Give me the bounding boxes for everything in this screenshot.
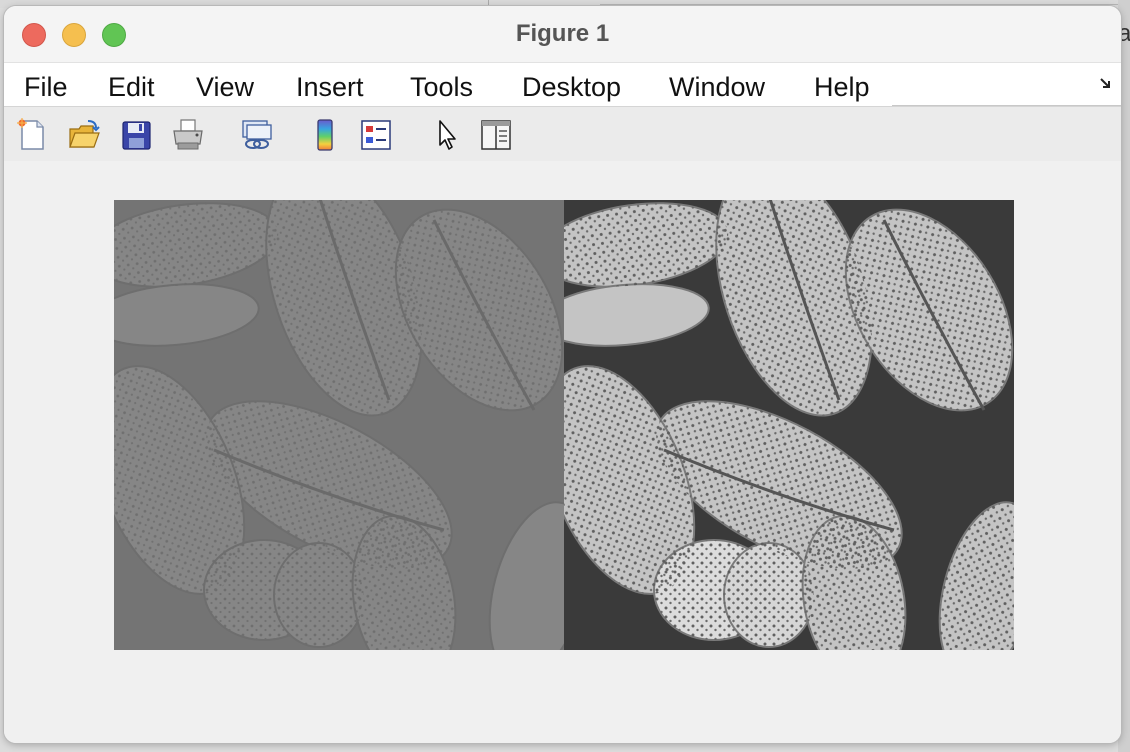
open-file-icon[interactable] [66, 117, 102, 153]
menu-tools[interactable]: Tools [410, 72, 473, 103]
print-icon[interactable] [170, 117, 206, 153]
property-inspector-icon[interactable] [478, 117, 514, 153]
edit-plot-icon[interactable] [428, 117, 464, 153]
background-divider [600, 4, 1130, 5]
insert-legend-icon[interactable] [358, 117, 394, 153]
menu-edit[interactable]: Edit [108, 72, 155, 103]
window-title: Figure 1 [515, 20, 610, 47]
menu-file[interactable]: File [24, 72, 68, 103]
figure-window: Figure 1 File Edit View Insert Tools Des… [4, 6, 1121, 743]
figure-canvas [4, 161, 1121, 743]
new-figure-icon[interactable] [14, 117, 50, 153]
menu-bar: File Edit View Insert Tools Desktop Wind… [4, 62, 1121, 107]
dock-figure-icon[interactable] [1099, 77, 1113, 91]
link-plot-icon[interactable] [238, 117, 274, 153]
menu-view[interactable]: View [196, 72, 254, 103]
menu-window[interactable]: Window [669, 72, 765, 103]
save-icon[interactable] [118, 117, 154, 153]
menu-insert[interactable]: Insert [296, 72, 364, 103]
original-low-contrast-image [114, 200, 564, 650]
contrast-enhanced-image [564, 200, 1014, 650]
menu-desktop[interactable]: Desktop [522, 72, 621, 103]
insert-colorbar-icon[interactable] [307, 117, 343, 153]
figure-toolbar [4, 106, 1121, 162]
title-bar[interactable]: Figure 1 [4, 6, 1121, 62]
menu-help[interactable]: Help [814, 72, 870, 103]
image-axes[interactable] [114, 200, 1014, 650]
